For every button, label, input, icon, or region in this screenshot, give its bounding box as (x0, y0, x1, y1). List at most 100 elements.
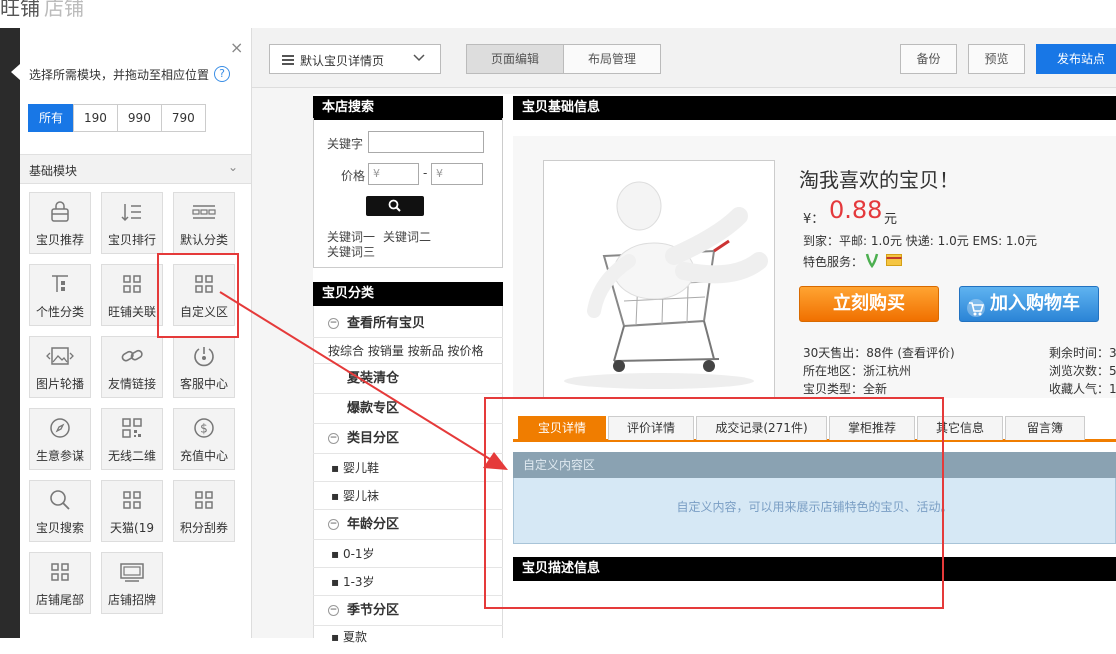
basic-modules-header[interactable]: 基础模块 ⌄ (20, 154, 251, 184)
module-you-qing-lian-jie[interactable]: 友情链接 (101, 336, 163, 398)
module-bao-bei-tui-jian[interactable]: 宝贝推荐 (29, 192, 91, 254)
highlight-box-target (484, 397, 944, 609)
module-label: 宝贝搜索 (35, 521, 84, 535)
width-filter-group: 所有 190 990 790 (28, 104, 206, 132)
tab-guestbook[interactable]: 留言簿 (1005, 416, 1085, 440)
module-dian-pu-wei-bu[interactable]: 店铺尾部 (29, 552, 91, 614)
module-ge-xing-fen-lei[interactable]: 个性分类 (29, 264, 91, 326)
category-label: 0-1岁 (342, 547, 375, 561)
sort-link[interactable]: 按综合 (328, 344, 364, 358)
module-sheng-yi-can-mou[interactable]: 生意参谋 (29, 408, 91, 470)
category-module-title[interactable]: 宝贝分类 (313, 282, 503, 306)
category-item[interactable]: ▪ 婴儿袜 (313, 482, 503, 510)
price-unit: 元 (884, 212, 898, 227)
sort-link[interactable]: 按销量 (368, 344, 404, 358)
module-ke-fu-zhong-xin[interactable]: 客服中心 (173, 336, 235, 398)
add-to-cart-button[interactable]: 加入购物车 (959, 286, 1099, 322)
price-dash: - (423, 166, 428, 180)
product-image[interactable] (543, 160, 775, 398)
stat-remaining: 剩余时间：3 (1049, 346, 1116, 360)
bag-icon (30, 201, 90, 225)
module-label: 宝贝排行 (107, 233, 156, 247)
module-wang-pu-guan-lian[interactable]: 旺铺关联 (101, 264, 163, 326)
grid-icon (30, 561, 90, 585)
price-max-input[interactable]: ¥ (431, 163, 483, 185)
module-chong-zhi-zhong-xin[interactable]: $ 充值中心 (173, 408, 235, 470)
search-icon (30, 489, 90, 513)
module-label: 默认分类 (179, 233, 228, 247)
top-brand-strip: 旺铺 店铺 (0, 0, 1116, 28)
module-mo-ren-fen-lei[interactable]: 默认分类 (173, 192, 235, 254)
keyword-label: 关键字 (327, 137, 364, 151)
section-title: 基础模块 (29, 164, 78, 178)
grid-icon (102, 489, 162, 513)
search-keyword-link[interactable]: 关键词三 (327, 243, 375, 260)
editor-mode-tabs: 页面编辑 布局管理 (466, 44, 661, 74)
grid-icon (102, 273, 162, 297)
tree-icon (30, 273, 90, 297)
search-keyword-link[interactable]: 关键词二 (383, 228, 431, 245)
category-label: 婴儿鞋 (342, 461, 379, 475)
module-label: 旺铺关联 (107, 305, 156, 319)
publish-button[interactable]: 发布站点 (1036, 44, 1116, 74)
svg-text:$: $ (200, 422, 208, 436)
module-tu-pian-lun-bo[interactable]: 图片轮播 (29, 336, 91, 398)
panel-hint: 选择所需模块，并拖动至相应位置 (29, 68, 210, 82)
category-label: 季节分区 (347, 603, 400, 618)
category-label: 夏款 (342, 630, 367, 644)
preview-button[interactable]: 预览 (968, 44, 1025, 74)
category-item[interactable]: ▪ 0-1岁 (313, 540, 503, 568)
module-label: 店铺尾部 (35, 593, 84, 607)
signboard-icon (102, 561, 162, 585)
module-label: 生意参谋 (35, 449, 84, 463)
module-tian-mao[interactable]: 天猫(19 (101, 480, 163, 542)
product-price: 0.88 (829, 196, 883, 224)
category-row[interactable]: 夏装清仓 (313, 364, 503, 394)
category-group[interactable]: − 类目分区 (313, 424, 503, 454)
module-wu-xian-er-wei[interactable]: 无线二维 (101, 408, 163, 470)
category-group[interactable]: − 季节分区 (313, 596, 503, 626)
module-ji-fen-gua-quan[interactable]: 积分刮券 (173, 480, 235, 542)
filter-all[interactable]: 所有 (28, 104, 75, 132)
tab-page-edit[interactable]: 页面编辑 (466, 44, 564, 74)
close-panel-button[interactable]: × (230, 38, 243, 57)
help-icon[interactable]: ? (214, 66, 230, 82)
category-label: 1-3岁 (342, 575, 375, 589)
stat-sold: 30天售出：88件 (查看评价) (803, 346, 955, 360)
price-label: 价格 (341, 169, 366, 183)
menu-icon (282, 54, 294, 68)
product-section-title[interactable]: 宝贝基础信息 (513, 96, 1116, 120)
left-dark-rail (0, 28, 20, 638)
module-bao-bei-pai-hang[interactable]: 宝贝排行 (101, 192, 163, 254)
filter-190[interactable]: 190 (73, 104, 118, 132)
category-item[interactable]: ▪ 婴儿鞋 (313, 454, 503, 482)
category-view-all[interactable]: − 查看所有宝贝 (313, 310, 503, 338)
card-service-icon (886, 254, 902, 269)
module-label: 积分刮券 (179, 521, 228, 535)
buy-now-button[interactable]: 立刻购买 (799, 286, 939, 322)
filter-790[interactable]: 790 (160, 104, 206, 132)
module-label: 充值中心 (179, 449, 228, 463)
sort-link[interactable]: 按新品 (408, 344, 444, 358)
chevron-down-icon (412, 50, 426, 68)
page-select[interactable]: 默认宝贝详情页 (269, 44, 441, 74)
backup-button[interactable]: 备份 (900, 44, 957, 74)
module-dian-pu-zhao-pai[interactable]: 店铺招牌 (101, 552, 163, 614)
keyword-input[interactable] (368, 131, 484, 153)
module-label: 个性分类 (35, 305, 84, 319)
category-item[interactable]: ▪ 夏款 (313, 626, 503, 654)
search-button[interactable] (366, 196, 424, 216)
module-label: 宝贝推荐 (35, 233, 84, 247)
link-icon (102, 345, 162, 369)
price-min-input[interactable]: ¥ (368, 163, 419, 185)
filter-990[interactable]: 990 (116, 104, 162, 132)
category-group[interactable]: − 年龄分区 (313, 510, 503, 540)
stat-favorites: 收藏人气：1 (1049, 382, 1116, 396)
category-label: 类目分区 (347, 431, 400, 446)
tab-layout-manage[interactable]: 布局管理 (563, 44, 661, 74)
category-item[interactable]: ▪ 1-3岁 (313, 568, 503, 596)
category-row[interactable]: 爆款专区 (313, 394, 503, 424)
search-module-title[interactable]: 本店搜索 (313, 96, 503, 120)
sort-link[interactable]: 按价格 (448, 344, 484, 358)
module-bao-bei-sou-suo[interactable]: 宝贝搜索 (29, 480, 91, 542)
